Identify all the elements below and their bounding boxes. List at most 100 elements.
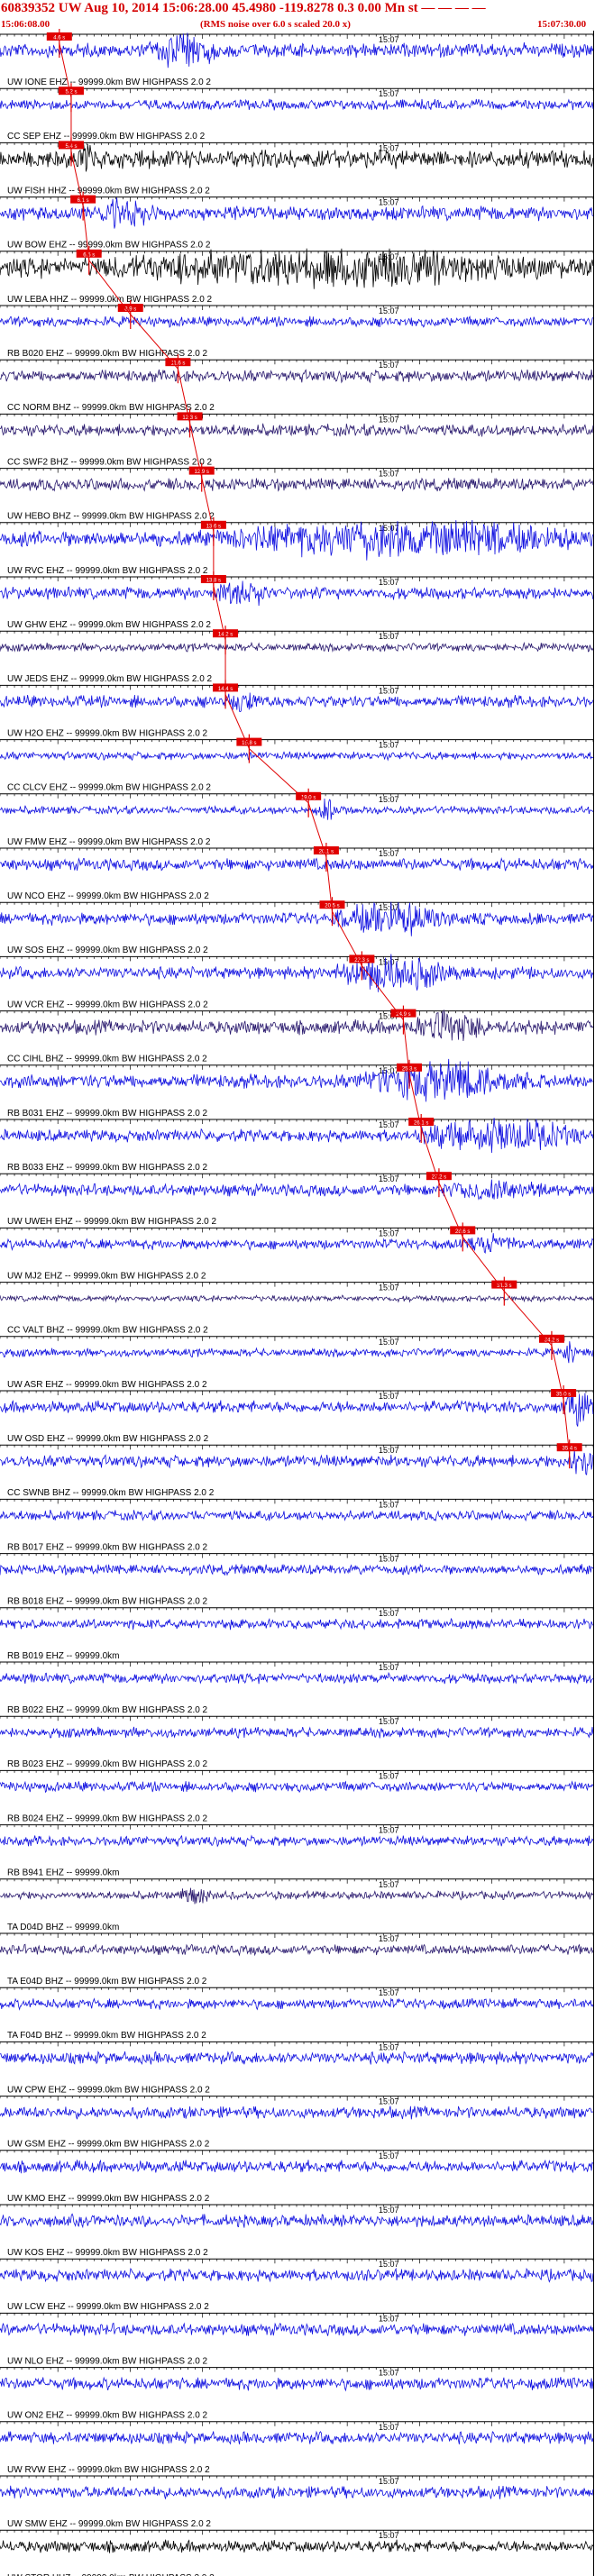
minute-label: 15:07 (379, 578, 399, 587)
channel-label: RB B033 EHZ -- 99999.0km BW HIGHPASS 2.0… (7, 1163, 208, 1173)
channel-2: 15:07 UW FISH HHZ -- 99999.0km BW HIGHPAS… (0, 137, 594, 196)
minute-label: 15:07 (379, 1609, 399, 1618)
channel-28: 15:07 RB B018 EHZ -- 99999.0km BW HIGHPAS… (0, 1553, 594, 1607)
channel-19: 15:07 RB B031 EHZ -- 99999.0km BW HIGHPAS… (0, 1058, 594, 1119)
waveform (0, 1118, 594, 1154)
channel-label: RB B031 EHZ -- 99999.0km BW HIGHPASS 2.0… (7, 1109, 208, 1119)
minute-label: 15:07 (379, 741, 399, 750)
minute-label: 15:07 (379, 2260, 399, 2269)
waveform (0, 315, 594, 328)
channel-6: 15:07 CC NORM BHZ -- 99999.0km BW HIGHPAS… (0, 354, 594, 413)
channel-label: UW H2O EHZ -- 99999.0km BW HIGHPASS 2.0 … (7, 728, 208, 738)
waveform (0, 2106, 593, 2120)
waveform (0, 1509, 594, 1522)
minute-label: 15:07 (379, 2042, 399, 2051)
minute-label: 15:07 (379, 1338, 399, 1347)
pick-label: 5.2 s (65, 90, 77, 96)
channel-label: UW BOW EHZ -- 99999.0km BW HIGHPASS 2.0 … (7, 241, 211, 251)
channel-34: 15:07 TA D04D BHZ -- 99999.0km (0, 1878, 594, 1932)
minute-label: 15:07 (379, 2531, 399, 2540)
channel-label: RB B017 EHZ -- 99999.0km BW HIGHPASS 2.0… (7, 1542, 208, 1552)
minute-label: 15:07 (379, 1229, 399, 1238)
channel-label: UW HEBO BHZ -- 99999.0km BW HIGHPASS 2.0… (7, 512, 215, 522)
channel-label: RB B022 EHZ -- 99999.0km BW HIGHPASS 2.0… (7, 1705, 208, 1715)
minute-label: 15:07 (379, 1988, 399, 1997)
channel-label: RB B941 EHZ -- 99999.0km (7, 1868, 120, 1878)
channel-35: 15:07 TA E04D BHZ -- 99999.0km BW HIGHPAS… (0, 1932, 594, 1987)
channel-label: UW MJ2 EHZ -- 99999.0km BW HIGHPASS 2.0 … (7, 1271, 206, 1281)
minute-label: 15:07 (379, 903, 399, 912)
channel-label: CC SWF2 BHZ -- 99999.0km BW HIGHPASS 2.0… (7, 457, 213, 467)
channel-44: 15:07 UW RVW EHZ -- 99999.0km BW HIGHPASS… (0, 2421, 594, 2475)
channel-label: CC CIHL BHZ -- 99999.0km BW HIGHPASS 2.0… (7, 1055, 207, 1064)
channel-label: RB B018 EHZ -- 99999.0km BW HIGHPASS 2.0… (7, 1597, 208, 1607)
waveform (0, 1726, 594, 1739)
minute-label: 15:07 (379, 1555, 399, 1564)
channel-9: 15:07UW RVC EHZ -- 99999.0km BW HIGHPASS… (0, 516, 594, 576)
channel-43: 15:07 UW ON2 EHZ -- 99999.0km BW HIGHPASS… (0, 2367, 594, 2421)
channel-1: 15:07 CC SEP EHZ -- 99999.0km BW HIGHPASS… (0, 83, 594, 142)
channel-label: CC SWNB BHZ -- 99999.0km BW HIGHPASS 2.0… (7, 1488, 215, 1498)
minute-label: 15:07 (379, 1174, 399, 1183)
channel-label: UW LEBA HHZ -- 99999.0km BW HIGHPASS 2.0… (7, 295, 213, 305)
minute-label: 15:07 (379, 361, 399, 370)
pick-label: 22.3 s (354, 958, 369, 964)
waveform (0, 143, 594, 172)
channel-label: CC CLCV EHZ -- 99999.0km BW HIGHPASS 2.0… (7, 783, 211, 793)
waveform (0, 1671, 594, 1685)
channel-12: 15:07 UW H2O EHZ -- 99999.0km BW HIGHPASS… (0, 680, 594, 738)
waveform (0, 580, 594, 607)
channel-label: UW UWEH EHZ -- 99999.0km BW HIGHPASS 2.0… (7, 1217, 217, 1227)
channel-4: 15:07 UW LEBA HHZ -- 99999.0km BW HIGHPAS… (0, 245, 594, 305)
waveform (0, 2159, 594, 2174)
channel-label: UW LCW EHZ -- 99999.0km BW HIGHPASS 2.0 … (7, 2302, 209, 2312)
channel-24: 15:07 UW ASR EHZ -- 99999.0km BW HIGHPASS… (0, 1330, 594, 1390)
channel-16: 15:07 UW SOS EHZ -- 99999.0km BW HIGHPASS… (0, 897, 594, 955)
channel-label: UW ASR EHZ -- 99999.0km BW HIGHPASS 2.0 … (7, 1380, 207, 1390)
pick-label: 26.1 s (414, 1121, 428, 1127)
channel-label: UW KMO EHZ -- 99999.0km BW HIGHPASS 2.0 … (7, 2194, 210, 2204)
minute-label: 15:07 (379, 1717, 399, 1726)
waveform (0, 98, 594, 111)
pick-label: 27.2 s (432, 1175, 446, 1181)
waveform (0, 423, 594, 437)
minute-label: 15:07 (379, 198, 399, 207)
waveform (0, 641, 594, 653)
waveform (0, 32, 594, 69)
minute-label: 15:07 (379, 306, 399, 315)
minute-label: 15:07 (379, 470, 399, 479)
waveform (0, 477, 594, 492)
channel-label: UW CPW EHZ -- 99999.0km BW HIGHPASS 2.0 … (7, 2085, 210, 2095)
channel-46: 15:07UW STOR HHZ -- 99999.0km BW HIGHPAS… (0, 2529, 594, 2576)
minute-label: 15:07 (379, 252, 399, 261)
channel-30: 15:07 RB B022 EHZ -- 99999.0km BW HIGHPAS… (0, 1661, 594, 1715)
channel-label: UW GSM EHZ -- 99999.0km BW HIGHPASS 2.0 … (7, 2140, 210, 2150)
waveform (0, 2430, 594, 2445)
channel-36: 15:07 TA F04D BHZ -- 99999.0km BW HIGHPAS… (0, 1987, 594, 2041)
channel-7: 15:07 CC SWF2 BHZ -- 99999.0km BW HIGHPAS… (0, 408, 594, 467)
waveform (0, 2322, 594, 2336)
waveform (0, 369, 594, 384)
channel-8: 15:07 UW HEBO BHZ -- 99999.0km BW HIGHPAS… (0, 462, 594, 522)
waveform (0, 2376, 594, 2392)
minute-label: 15:07 (379, 1066, 399, 1075)
pick-label: 34.2 s (545, 1338, 559, 1343)
minute-label: 15:07 (379, 2206, 399, 2215)
minute-label: 15:07 (379, 35, 399, 44)
waveform (0, 750, 594, 762)
waveform (0, 1997, 594, 2011)
channel-10: 15:07 UW GHW EHZ -- 99999.0km BW HIGHPASS… (0, 571, 594, 630)
minute-label: 15:07 (379, 1934, 399, 1943)
waveform (0, 1563, 594, 1576)
pick-label: 13.6 s (206, 524, 221, 529)
minute-label: 15:07 (379, 686, 399, 695)
channel-label: UW OSD EHZ -- 99999.0km BW HIGHPASS 2.0 … (7, 1434, 209, 1444)
channel-label: UW NCO EHZ -- 99999.0km BW HIGHPASS 2.0 … (7, 891, 209, 901)
channel-label: UW SMW EHZ -- 99999.0km BW HIGHPASS 2.0 … (7, 2519, 211, 2529)
channel-29: 15:07 RB B019 EHZ -- 99999.0km (0, 1607, 594, 1661)
channel-label: RB B024 EHZ -- 99999.0km BW HIGHPASS 2.0… (7, 1813, 208, 1823)
waveform (0, 1834, 594, 1848)
waveform (0, 2539, 594, 2553)
minute-label: 15:07 (379, 1771, 399, 1780)
pick-label: 6.1 s (78, 198, 89, 204)
